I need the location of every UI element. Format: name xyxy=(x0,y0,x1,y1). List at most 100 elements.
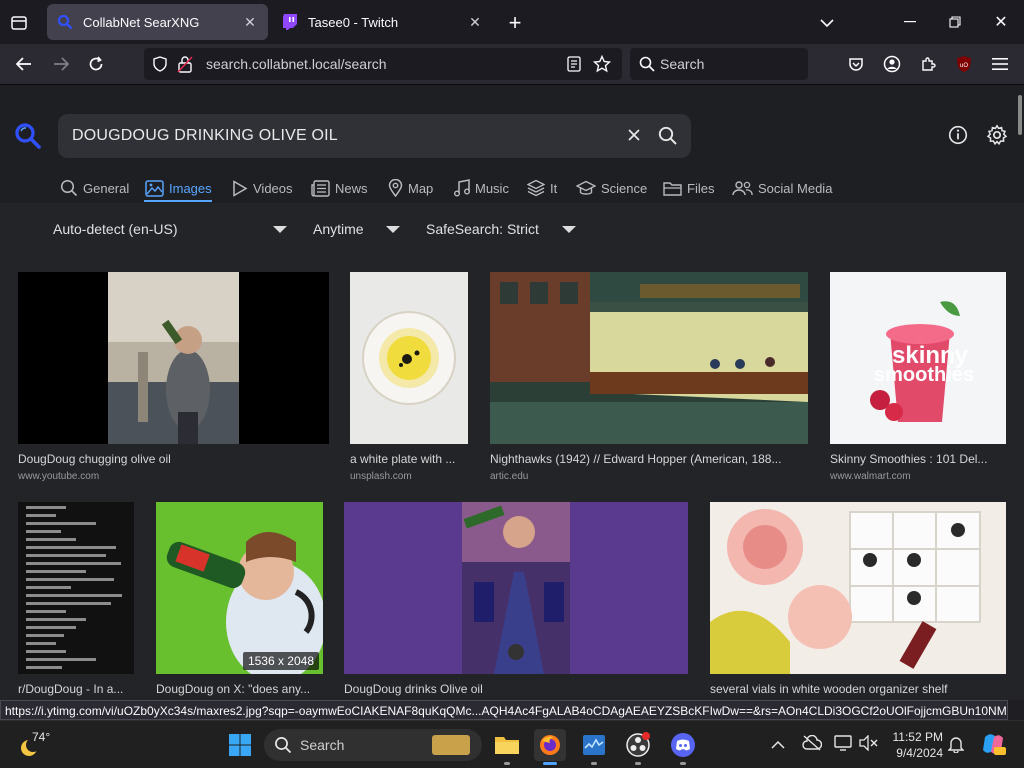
discord-icon[interactable] xyxy=(667,729,699,765)
result-image-thumbnail[interactable] xyxy=(350,272,468,444)
speaker-muted-icon[interactable] xyxy=(858,734,878,756)
close-window-icon[interactable]: ✕ xyxy=(989,10,1013,34)
searxng-favicon-icon xyxy=(57,14,73,30)
submit-search-icon[interactable] xyxy=(658,126,678,151)
search-highlight-icon xyxy=(432,735,470,755)
safesearch-dropdown-caret-icon[interactable] xyxy=(562,226,576,233)
language-dropdown-caret-icon[interactable] xyxy=(273,226,287,233)
shield-icon[interactable] xyxy=(152,56,168,77)
result-image-thumbnail[interactable] xyxy=(344,502,688,674)
search-input[interactable]: DOUGDOUG DRINKING OLIVE OIL xyxy=(72,127,338,145)
searxng-header: DOUGDOUG DRINKING OLIVE OIL General Imag… xyxy=(0,85,1024,203)
clock-time: 11:52 PM xyxy=(892,730,943,744)
tab-label: Files xyxy=(687,180,715,196)
tab-searxng[interactable]: CollabNet SearXNG ✕ xyxy=(47,4,268,40)
minimize-icon[interactable] xyxy=(898,10,922,34)
tab-videos[interactable]: Videos xyxy=(232,177,293,199)
tab-music[interactable]: Music xyxy=(454,177,509,199)
result-title[interactable]: several vials in white wooden organizer … xyxy=(710,682,1006,696)
show-hidden-icons-chevron-icon[interactable] xyxy=(771,737,785,755)
tab-general[interactable]: General xyxy=(60,177,129,199)
tab-label: Social Media xyxy=(758,180,833,196)
start-windows-icon[interactable] xyxy=(224,729,256,761)
tab-images[interactable]: Images xyxy=(145,177,212,199)
account-icon[interactable] xyxy=(878,50,906,78)
cloud-sync-icon[interactable] xyxy=(802,734,823,756)
info-icon[interactable] xyxy=(948,125,968,150)
result-image-thumbnail[interactable] xyxy=(490,272,808,444)
tab-label: Images xyxy=(169,180,212,196)
result-title[interactable]: r/DougDoug - In a... xyxy=(18,682,134,696)
tab-files[interactable]: Files xyxy=(663,177,714,199)
svg-text:uO: uO xyxy=(960,63,968,69)
ublock-origin-icon[interactable]: uO xyxy=(950,50,978,78)
tab-news[interactable]: News xyxy=(311,177,368,199)
obs-studio-icon[interactable] xyxy=(622,729,654,765)
bookmark-star-icon[interactable] xyxy=(592,54,612,78)
result-image-thumbnail[interactable] xyxy=(18,502,134,674)
lock-insecure-icon[interactable] xyxy=(177,55,193,78)
result-title[interactable]: Skinny Smoothies : 101 Del... xyxy=(830,452,1006,466)
file-explorer-icon[interactable] xyxy=(491,729,523,765)
result-title[interactable]: DougDoug chugging olive oil xyxy=(18,452,329,466)
tab-science[interactable]: Science xyxy=(576,177,647,199)
settings-gear-icon[interactable] xyxy=(986,124,1008,151)
new-tab-icon[interactable]: + xyxy=(503,10,527,35)
firefox-icon[interactable] xyxy=(534,729,566,765)
close-tab-icon[interactable]: ✕ xyxy=(465,12,485,32)
result-image-thumbnail[interactable]: skinny smoothies xyxy=(830,272,1006,444)
clock[interactable]: 11:52 PM 9/4/2024 xyxy=(887,729,943,761)
back-arrow-icon[interactable] xyxy=(10,50,38,78)
clear-query-icon[interactable] xyxy=(626,127,642,148)
url-text: search.collabnet.local/search xyxy=(206,56,387,72)
tab-label: News xyxy=(335,180,368,196)
reload-icon[interactable] xyxy=(82,50,110,78)
time-range-select[interactable]: Anytime xyxy=(313,221,364,237)
tab-twitch[interactable]: Tasee0 - Twitch ✕ xyxy=(272,4,493,40)
twitch-favicon-icon xyxy=(282,14,298,30)
pocket-icon[interactable] xyxy=(842,50,870,78)
status-link-url: https://i.ytimg.com/vi/uOZb0yXc34s/maxre… xyxy=(0,700,1008,720)
result-title[interactable]: a white plate with ... xyxy=(350,452,468,466)
result-title[interactable]: DougDoug drinks Olive oil xyxy=(344,682,688,696)
search-query-box[interactable]: DOUGDOUG DRINKING OLIVE OIL xyxy=(58,114,691,158)
result-host: www.walmart.com xyxy=(830,471,911,482)
result-image-thumbnail[interactable] xyxy=(18,272,329,444)
browser-search-box[interactable]: Search xyxy=(630,48,808,80)
tab-map[interactable]: Map xyxy=(388,177,433,199)
searxng-logo-icon[interactable] xyxy=(14,122,42,155)
clock-date: 9/4/2024 xyxy=(896,746,943,760)
forward-arrow-icon[interactable] xyxy=(47,50,75,78)
copilot-icon[interactable] xyxy=(980,731,1006,762)
tab-label: Map xyxy=(408,180,434,196)
result-image-thumbnail[interactable]: 1536 x 2048 xyxy=(156,502,323,674)
notification-bell-icon[interactable] xyxy=(947,735,965,758)
taskbar-search-box[interactable]: Search xyxy=(264,729,482,761)
time-dropdown-caret-icon[interactable] xyxy=(386,226,400,233)
running-indicator xyxy=(504,762,510,765)
list-all-tabs-chevron-icon[interactable] xyxy=(815,11,839,35)
folder-icon xyxy=(663,182,682,196)
reader-view-icon[interactable] xyxy=(567,56,581,77)
result-host: www.youtube.com xyxy=(18,471,100,482)
language-select[interactable]: Auto-detect (en-US) xyxy=(53,221,178,237)
tab-label: Science xyxy=(601,180,648,196)
tab-it[interactable]: It xyxy=(527,177,557,199)
result-title[interactable]: DougDoug on X: "does any... xyxy=(156,682,323,696)
task-manager-icon[interactable] xyxy=(578,729,610,765)
weather-widget[interactable]: 74° xyxy=(14,729,74,761)
tab-social-media[interactable]: Social Media xyxy=(732,177,832,199)
result-image-thumbnail[interactable] xyxy=(710,502,1006,674)
network-monitor-icon[interactable] xyxy=(834,735,852,756)
page-scrollbar-thumb[interactable] xyxy=(1018,95,1022,135)
result-title[interactable]: Nighthawks (1942) // Edward Hopper (Amer… xyxy=(490,452,808,466)
extensions-puzzle-icon[interactable] xyxy=(914,50,942,78)
url-bar[interactable]: search.collabnet.local/search xyxy=(144,48,622,80)
search-icon xyxy=(275,737,292,754)
tab-list-icon[interactable] xyxy=(8,12,30,34)
result-host: unsplash.com xyxy=(350,471,412,482)
hamburger-menu-icon[interactable] xyxy=(986,50,1014,78)
safesearch-select[interactable]: SafeSearch: Strict xyxy=(426,221,539,237)
close-tab-icon[interactable]: ✕ xyxy=(240,12,260,32)
restore-icon[interactable] xyxy=(943,10,967,34)
